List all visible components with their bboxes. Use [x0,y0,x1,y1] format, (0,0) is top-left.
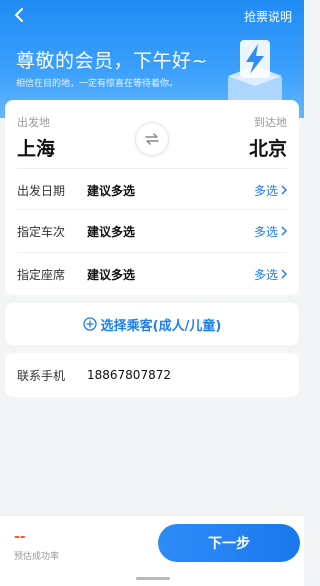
lightning-box-illustration [228,40,282,102]
swap-cities-button[interactable] [135,122,169,156]
chevron-right-icon [281,185,287,195]
back-button[interactable] [8,4,30,26]
success-rate-label: 预估成功率 [14,552,60,562]
multi-select-label: 多选 [253,224,278,239]
row-value: 建议多选 [87,224,136,239]
success-rate-value: -- [14,529,26,545]
greeting-subtitle: 相信在目的地，一定有惊喜在等待着你。 [16,79,179,89]
row-key: 出发日期 [17,183,66,198]
contact-card: 联系手机 18867807872 [5,353,299,397]
row-key: 指定车次 [17,224,66,239]
departure-label: 出发地 [17,116,50,129]
chevron-left-icon [15,8,23,22]
contact-phone-label: 联系手机 [17,368,66,383]
swap-icon [145,133,159,145]
chevron-right-icon [281,269,287,279]
next-step-button[interactable]: 下一步 [158,524,300,562]
home-indicator [136,577,170,580]
train-number-row[interactable]: 指定车次 建议多选 多选 [17,209,299,253]
route-card: 出发地 到达地 上海 北京 出发日期 建议多选 多选 指定车次 建议多选 多选 … [5,100,299,295]
multi-select-link[interactable]: 多选 [254,266,299,283]
arrival-label: 到达地 [254,116,287,129]
select-passenger-button[interactable]: 选择乘客(成人/儿童) [5,303,299,345]
row-value: 建议多选 [87,267,136,282]
row-key: 指定座席 [17,267,66,282]
select-passenger-label: 选择乘客(成人/儿童) [100,318,222,334]
departure-city[interactable]: 上海 [17,134,55,161]
bottom-bar: -- 预估成功率 下一步 [0,515,304,586]
multi-select-link[interactable]: 多选 [254,182,299,199]
greeting-title: 尊敬的会员，下午好~ [16,50,208,72]
multi-select-label: 多选 [253,183,278,198]
ticket-help-link[interactable]: 抢票说明 [244,8,292,25]
seat-class-row[interactable]: 指定座席 建议多选 多选 [17,252,299,296]
chevron-right-icon [281,226,287,236]
contact-phone-field[interactable]: 18867807872 [87,368,171,382]
plus-circle-icon [83,317,97,331]
multi-select-link[interactable]: 多选 [254,223,299,240]
departure-date-row[interactable]: 出发日期 建议多选 多选 [17,168,299,212]
row-value: 建议多选 [87,183,136,198]
multi-select-label: 多选 [253,267,278,282]
arrival-city[interactable]: 北京 [249,134,287,161]
